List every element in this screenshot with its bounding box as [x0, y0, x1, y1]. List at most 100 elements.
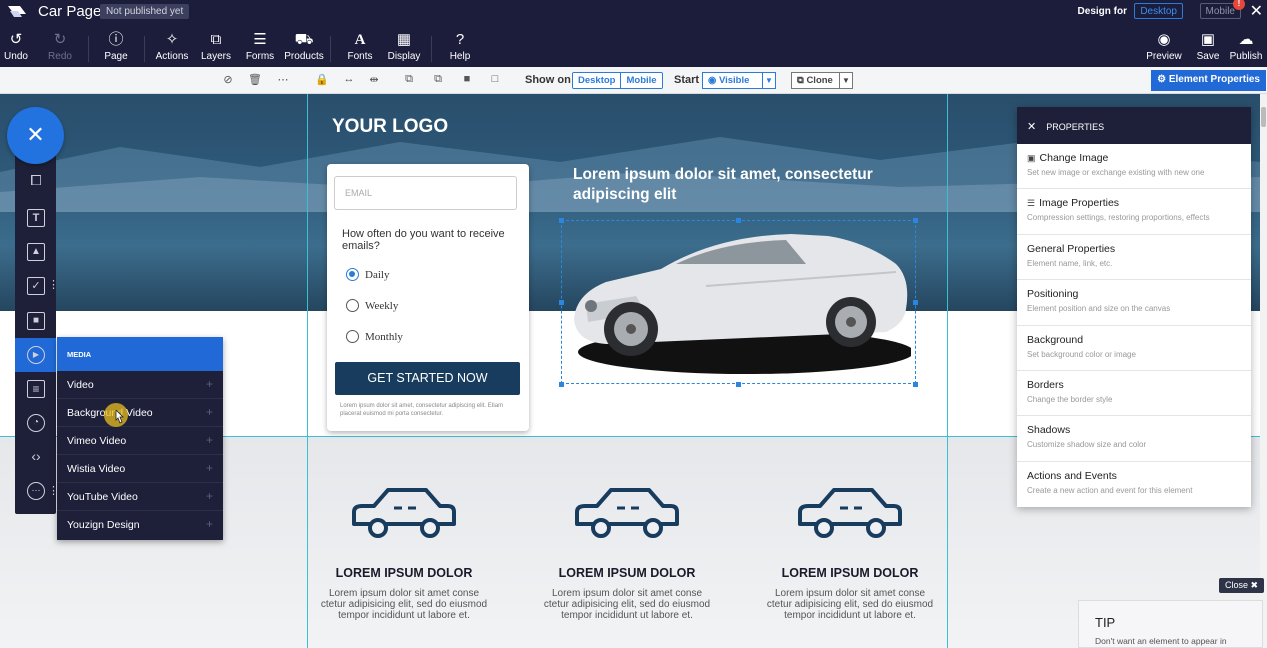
prop-background[interactable]: Background Set background color or image — [1017, 326, 1251, 371]
products-button[interactable]: ⛟ Products — [277, 31, 331, 62]
resize-handle[interactable] — [913, 382, 918, 387]
menu-item-wistia-video[interactable]: Wistia Video + — [57, 455, 223, 483]
start-visibility-select[interactable]: ◉ Visible — [702, 72, 763, 89]
menu-item-youzign-design[interactable]: Youzign Design + — [57, 511, 223, 539]
close-icon: ✖ — [1250, 580, 1259, 590]
radio-label: Daily — [365, 269, 390, 281]
radio-checked-icon — [346, 268, 359, 281]
properties-header: ✕ PROPERTIES — [1017, 107, 1251, 144]
close-icon[interactable]: ✕ — [1027, 121, 1036, 133]
lock-icon[interactable]: 🔒 — [315, 73, 329, 86]
feature-description: Lorem ipsum dolor sit amet conse ctetur … — [766, 588, 934, 621]
code-icon[interactable]: ‹› — [27, 448, 45, 466]
trash-icon[interactable]: 🗑 — [248, 73, 262, 86]
plus-icon[interactable]: + — [206, 517, 213, 531]
dotted-box-icon[interactable]: ⋯ — [276, 73, 290, 86]
feature-column[interactable]: LOREM IPSUM DOLOR Lorem ipsum dolor sit … — [319, 484, 489, 621]
resize-handle[interactable] — [559, 218, 564, 223]
close-menu-button[interactable]: ✕ — [7, 107, 64, 164]
prop-desc: Change the border style — [1027, 394, 1113, 404]
design-desktop-toggle[interactable]: Desktop — [1134, 3, 1183, 19]
bring-front-icon[interactable]: ■ — [460, 73, 474, 85]
cloud-upload-icon: ☁ — [1238, 31, 1254, 48]
form-check-icon[interactable]: ✓ — [27, 277, 45, 295]
clone-button[interactable]: ⧉ Clone — [791, 72, 840, 89]
plus-icon[interactable]: + — [206, 489, 213, 503]
feature-column[interactable]: LOREM IPSUM DOLOR Lorem ipsum dolor sit … — [765, 484, 935, 621]
element-properties-label: Element Properties — [1168, 74, 1260, 85]
publish-button[interactable]: ☁ Publish — [1225, 31, 1267, 62]
tip-close-button[interactable]: Close ✖ — [1219, 578, 1265, 593]
prop-desc: Create a new action and event for this e… — [1027, 485, 1193, 495]
plus-icon[interactable]: + — [206, 405, 213, 419]
help-icon: ? — [455, 31, 465, 48]
prop-positioning[interactable]: Positioning Element position and size on … — [1017, 280, 1251, 326]
prop-shadows[interactable]: Shadows Customize shadow size and color — [1017, 416, 1251, 462]
element-properties-button[interactable]: ⚙ Element Properties — [1151, 70, 1266, 91]
media-menu-header: MEDIA — [57, 337, 223, 371]
radio-monthly[interactable]: Monthly — [346, 330, 403, 343]
feature-column[interactable]: LOREM IPSUM DOLOR Lorem ipsum dolor sit … — [542, 484, 712, 621]
feature-title: LOREM IPSUM DOLOR — [558, 566, 696, 580]
prop-desc: Element position and size on the canvas — [1027, 304, 1171, 314]
scrollbar-thumb[interactable] — [1261, 107, 1266, 127]
box-icon[interactable]: ■ — [27, 312, 45, 330]
resize-handle[interactable] — [559, 300, 564, 305]
plus-icon[interactable]: + — [206, 433, 213, 447]
sections-icon[interactable]: ⧠ — [27, 172, 45, 190]
resize-handle[interactable] — [913, 300, 918, 305]
plus-icon[interactable]: + — [206, 377, 213, 391]
resize-handle[interactable] — [559, 382, 564, 387]
stretch-icon[interactable]: ↔ — [342, 73, 356, 85]
bring-forward-icon[interactable]: ⧉ — [402, 73, 416, 86]
menu-item-background-video[interactable]: Background Video + — [57, 399, 223, 427]
resize-handle[interactable] — [736, 218, 741, 223]
text-icon[interactable]: T — [27, 209, 45, 227]
hero-headline[interactable]: Lorem ipsum dolor sit amet, consectetur … — [573, 165, 903, 205]
fonts-label: Fonts — [347, 51, 373, 62]
list-icon[interactable]: ≡ — [27, 380, 45, 398]
tip-title: TIP — [1095, 615, 1116, 630]
show-on-mobile[interactable]: Mobile — [620, 73, 662, 88]
display-button[interactable]: ▦ Display — [377, 31, 431, 62]
plus-icon[interactable]: + — [206, 461, 213, 475]
show-on-desktop[interactable]: Desktop — [573, 73, 621, 88]
radio-daily[interactable]: Daily — [346, 268, 389, 281]
email-field[interactable]: EMAIL — [334, 176, 517, 210]
prop-change-image[interactable]: ▣ Change Image Set new image or exchange e… — [1017, 144, 1251, 190]
signup-form[interactable]: EMAIL How often do you want to receive e… — [327, 164, 529, 431]
pointer-cursor-icon — [115, 410, 124, 424]
forms-label: Forms — [245, 51, 275, 62]
canvas-scrollbar[interactable] — [1260, 94, 1267, 648]
play-icon[interactable]: ▶ — [27, 346, 45, 364]
more-dots-icon[interactable]: ⋮ — [48, 278, 59, 291]
menu-item-video[interactable]: Video + — [57, 371, 223, 399]
more-dots-icon[interactable]: ⋮ — [48, 484, 59, 497]
prop-image-properties[interactable]: ☰ Image Properties Compression settings, r… — [1017, 189, 1251, 235]
help-button[interactable]: ? Help — [433, 31, 487, 62]
crop-icon[interactable]: ⊘ — [221, 73, 235, 86]
site-logo[interactable]: YOUR LOGO — [332, 116, 448, 138]
prop-general-properties[interactable]: General Properties Element name, link, et… — [1017, 235, 1251, 281]
prop-actions-events[interactable]: Actions and Events Create a new action an… — [1017, 462, 1251, 507]
close-editor-icon[interactable]: ✕ — [1250, 1, 1263, 21]
image-icon[interactable]: ▲ — [27, 243, 45, 261]
chevron-down-icon[interactable]: ▼ — [839, 72, 853, 89]
menu-item-youtube-video[interactable]: YouTube Video + — [57, 483, 223, 511]
prop-borders[interactable]: Borders Change the border style — [1017, 371, 1251, 417]
page-button[interactable]: ⓘ Page — [89, 31, 143, 62]
resize-handle[interactable] — [913, 218, 918, 223]
get-started-button[interactable]: GET STARTED NOW — [335, 362, 520, 395]
align-icon[interactable]: ⇹ — [367, 73, 381, 86]
resize-handle[interactable] — [736, 382, 741, 387]
send-backward-icon[interactable]: ⧉ — [431, 73, 445, 86]
image-icon: ▣ — [1027, 153, 1036, 163]
chevron-down-icon[interactable]: ▼ — [762, 72, 776, 89]
redo-button[interactable]: ↻ Redo — [33, 31, 87, 62]
show-on-toggle: Desktop Mobile — [572, 72, 663, 89]
radio-weekly[interactable]: Weekly — [346, 299, 398, 312]
menu-item-vimeo-video[interactable]: Vimeo Video + — [57, 427, 223, 455]
more-horizontal-icon[interactable]: ⋯ — [27, 482, 45, 500]
send-back-icon[interactable]: □ — [488, 73, 502, 85]
timer-icon[interactable]: ◔ — [27, 414, 45, 432]
